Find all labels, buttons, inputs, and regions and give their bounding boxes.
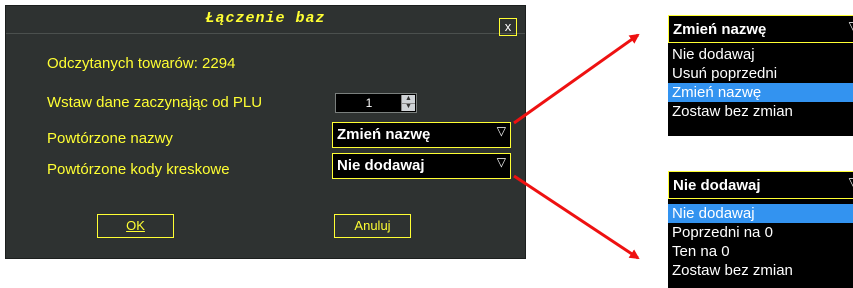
chevron-down-icon: ▽ xyxy=(849,19,853,33)
chevron-down-icon: ▽ xyxy=(849,175,853,189)
names-dropdown-value: Zmień nazwę xyxy=(673,21,767,38)
arrow-to-barcodes-dropdown xyxy=(513,174,640,260)
names-dropdown-expanded: Zmień nazwę ▽ Nie dodawaj Usuń poprzedni… xyxy=(668,15,853,136)
names-option[interactable]: Usuń poprzedni xyxy=(668,64,853,83)
barcodes-dropdown-expanded: Nie dodawaj ▽ Nie dodawaj Poprzedni na 0… xyxy=(668,171,853,288)
barcodes-option[interactable]: Poprzedni na 0 xyxy=(668,223,853,242)
barcodes-dropdown-value: Nie dodawaj xyxy=(673,177,761,194)
barcodes-option-selected[interactable]: Nie dodawaj xyxy=(668,204,853,223)
names-dropdown-header[interactable]: Zmień nazwę ▽ xyxy=(668,15,853,43)
names-option[interactable]: Nie dodawaj xyxy=(668,45,853,64)
barcodes-option[interactable]: Zostaw bez zmian xyxy=(668,261,853,280)
names-option-selected[interactable]: Zmień nazwę xyxy=(668,83,853,102)
barcodes-option[interactable]: Ten na 0 xyxy=(668,242,853,261)
names-option[interactable]: Zostaw bez zmian xyxy=(668,102,853,121)
arrow-to-names-dropdown xyxy=(513,33,640,125)
barcodes-dropdown-header[interactable]: Nie dodawaj ▽ xyxy=(668,171,853,199)
